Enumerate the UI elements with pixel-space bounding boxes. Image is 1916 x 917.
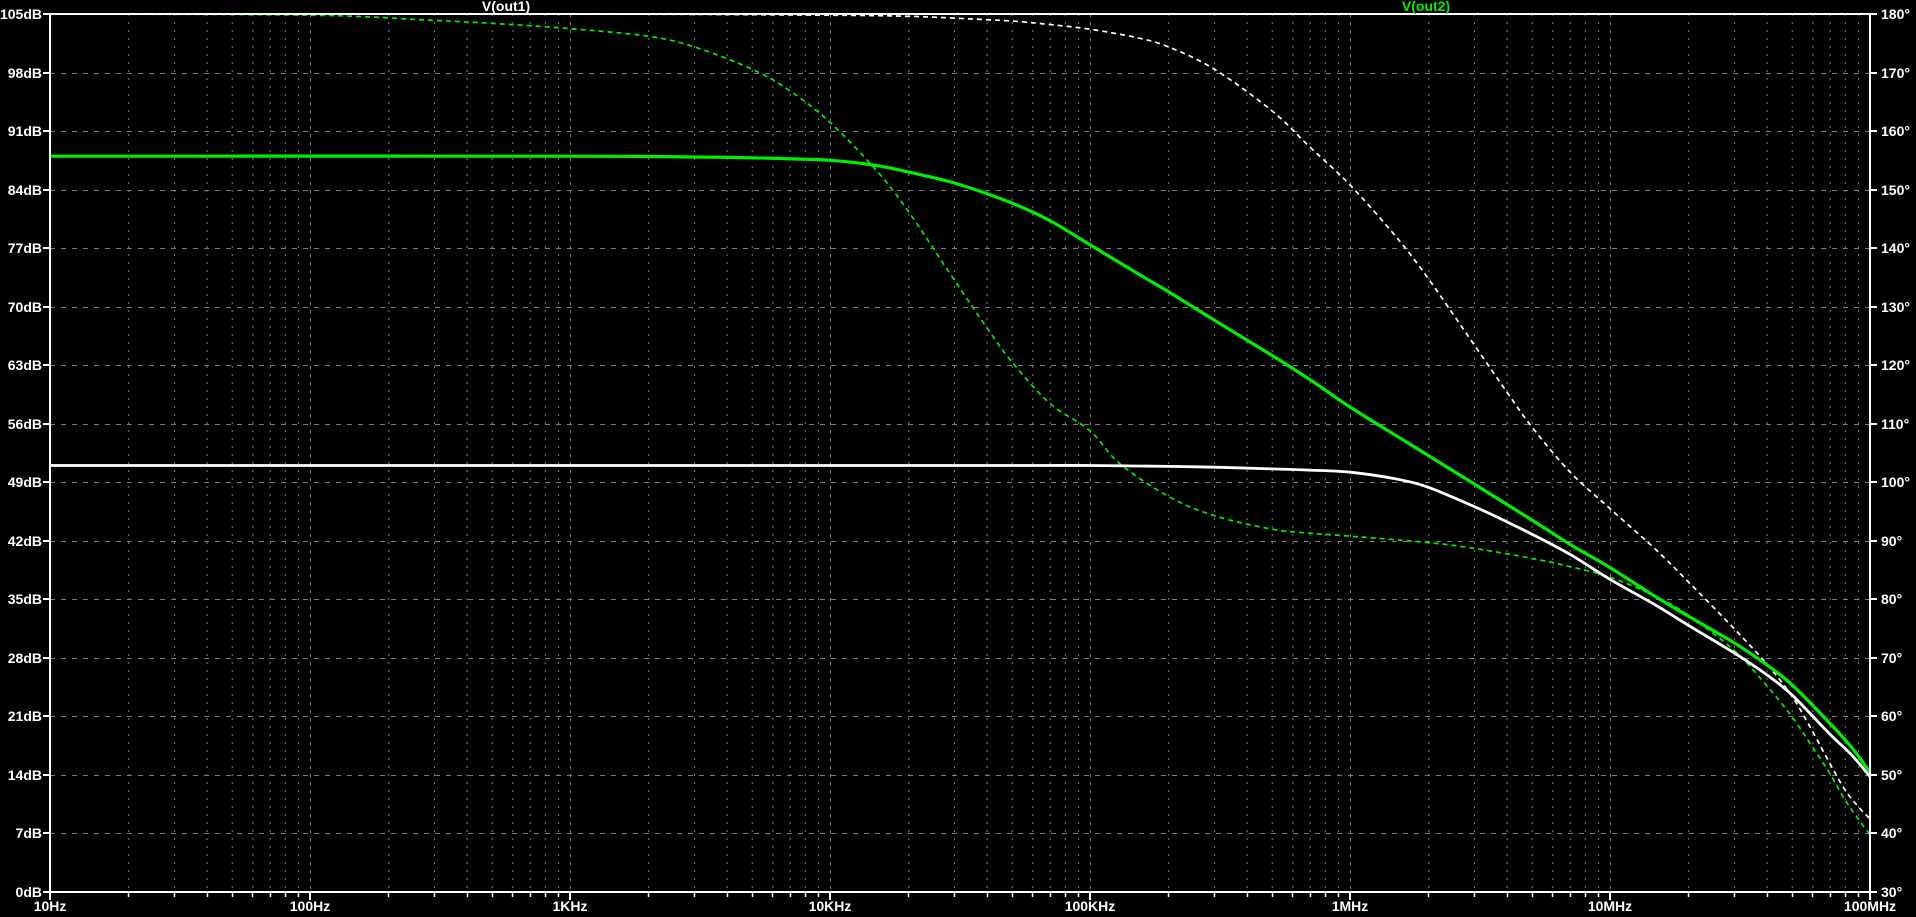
y-left-tick-label[interactable]: 63dB bbox=[8, 357, 42, 373]
x-axis-tick-label[interactable]: 10MHz bbox=[1588, 898, 1632, 914]
y-right-tick-label[interactable]: 170° bbox=[1881, 65, 1910, 81]
y-right-tick-label[interactable]: 60° bbox=[1881, 708, 1902, 724]
y-left-tick-label[interactable]: 84dB bbox=[8, 182, 42, 198]
trace-label-vout2[interactable]: V(out2) bbox=[1402, 0, 1450, 14]
y-left-tick-label[interactable]: 21dB bbox=[8, 708, 42, 724]
y-right-tick-label[interactable]: 120° bbox=[1881, 357, 1910, 373]
y-right-tick-label[interactable]: 100° bbox=[1881, 474, 1910, 490]
y-right-tick-label[interactable]: 150° bbox=[1881, 182, 1910, 198]
y-right-tick-label[interactable]: 180° bbox=[1881, 6, 1910, 22]
trace-vout1-magnitude_dB[interactable] bbox=[50, 464, 1872, 778]
trace-label-vout1[interactable]: V(out1) bbox=[482, 0, 530, 14]
y-left-tick-label[interactable]: 7dB bbox=[16, 825, 42, 841]
y-left-tick-label[interactable]: 14dB bbox=[8, 767, 42, 783]
ltspice-waveform-window: 105dB 98dB 91dB 84dB 77dB 70dB 63dB 56dB 49dB 42d… bbox=[0, 0, 1916, 917]
x-axis-tick-label[interactable]: 10Hz bbox=[34, 898, 67, 914]
x-axis-tick-label[interactable]: 1MHz bbox=[1332, 898, 1369, 914]
y-left-tick-label[interactable]: 105dB bbox=[0, 6, 42, 22]
y-right-tick-label[interactable]: 110° bbox=[1881, 416, 1909, 432]
y-right-tick-label[interactable]: 80° bbox=[1881, 591, 1902, 607]
y-left-tick-label[interactable]: 28dB bbox=[8, 650, 42, 666]
x-axis-tick-label[interactable]: 10KHz bbox=[809, 898, 852, 914]
y-left-tick-label[interactable]: 70dB bbox=[8, 299, 42, 315]
y-right-tick-label[interactable]: 70° bbox=[1881, 650, 1902, 666]
y-left-tick-label[interactable]: 42dB bbox=[8, 533, 42, 549]
y-right-tick-label[interactable]: 40° bbox=[1881, 825, 1902, 841]
x-axis-tick-label[interactable]: 1KHz bbox=[552, 898, 587, 914]
y-right-tick-label[interactable]: 90° bbox=[1881, 533, 1902, 549]
x-axis-tick-label[interactable]: 100MHz bbox=[1844, 898, 1896, 914]
trace-vout2-phase_deg[interactable] bbox=[49, 13, 1871, 836]
y-left-tick-label[interactable]: 56dB bbox=[8, 416, 42, 432]
y-left-tick-label[interactable]: 91dB bbox=[8, 123, 42, 139]
x-axis-tick-label[interactable]: 100KHz bbox=[1065, 898, 1116, 914]
y-right-tick-label[interactable]: 140° bbox=[1881, 240, 1910, 256]
plot-frame bbox=[49, 13, 1871, 893]
y-left-tick-label[interactable]: 49dB bbox=[8, 474, 42, 490]
y-left-tick-label[interactable]: 98dB bbox=[8, 65, 42, 81]
bode-plot-canvas[interactable]: 105dB 98dB 91dB 84dB 77dB 70dB 63dB 56dB 49dB 42d… bbox=[0, 0, 1916, 917]
y-right-tick-label[interactable]: 130° bbox=[1881, 299, 1910, 315]
y-right-tick-label[interactable]: 160° bbox=[1881, 123, 1910, 139]
y-left-tick-label[interactable]: 77dB bbox=[8, 240, 42, 256]
y-right-tick-label[interactable]: 50° bbox=[1881, 767, 1902, 783]
trace-vout1-phase_deg[interactable] bbox=[50, 13, 1871, 820]
x-axis-tick-label[interactable]: 100Hz bbox=[290, 898, 330, 914]
y-left-tick-label[interactable]: 35dB bbox=[8, 591, 42, 607]
